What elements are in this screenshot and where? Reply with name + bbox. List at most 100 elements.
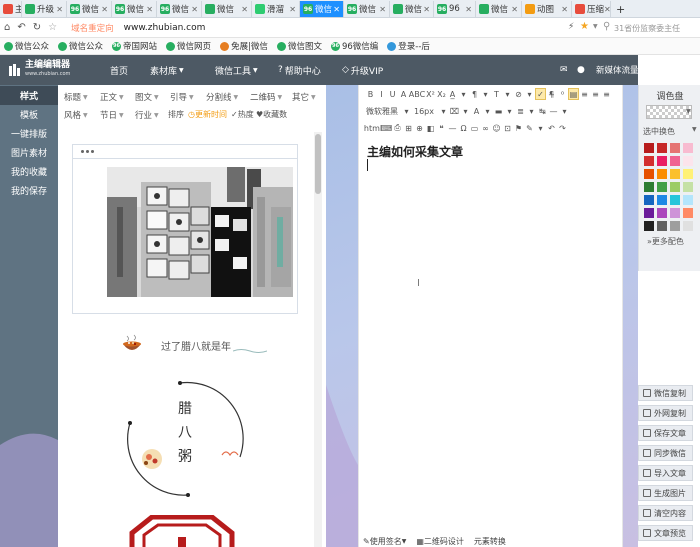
color-swatch[interactable] [683, 221, 693, 231]
scrollbar-thumb[interactable] [315, 134, 321, 194]
bookmark-item[interactable]: 微信公众 [58, 40, 103, 52]
browser-tab[interactable]: 动图 ✕ [522, 1, 572, 17]
toolbar-icon[interactable]: Ω [458, 122, 469, 134]
color-swatch[interactable] [657, 182, 667, 192]
color-swatch[interactable] [657, 156, 667, 166]
toolbar-icon[interactable]: ⌧ [449, 105, 460, 117]
toolbar-icon[interactable]: ∞ [480, 122, 491, 134]
toolbar-icon[interactable]: ✎ [524, 122, 535, 134]
star-outline-icon[interactable]: ☆ [48, 22, 57, 33]
cat-guide[interactable]: 引导 ▼ [170, 91, 194, 103]
color-swatch[interactable] [657, 195, 667, 205]
nav-vip[interactable]: ◇ 升级VIP [342, 55, 383, 85]
sort-updated[interactable]: ◷ 更新时间 [188, 109, 227, 120]
cat-qrcode[interactable]: 二维码 ▼ [250, 91, 282, 103]
sort-favorites[interactable]: ♥ 收藏数 [256, 109, 287, 120]
toolbar-icon[interactable]: ▾ [438, 105, 449, 117]
color-swatch[interactable] [644, 208, 654, 218]
font-family-select[interactable]: 微软雅黑 [365, 105, 399, 117]
toolbar-icon[interactable]: ▾ [535, 122, 546, 134]
toolbar-icon[interactable]: ≡ [590, 88, 601, 100]
browser-tab[interactable]: 96 微信 ✕ [67, 1, 112, 17]
browser-tab[interactable]: 压缩 ✕ [572, 1, 611, 17]
new-tab-button[interactable]: + [613, 1, 627, 17]
toolbar-icon[interactable]: ⁰ [557, 88, 568, 100]
color-swatch[interactable] [657, 221, 667, 231]
toolbar-icon[interactable]: ▬ [493, 105, 504, 117]
color-swatch[interactable] [670, 208, 680, 218]
toolbar-icon[interactable]: U [387, 88, 398, 100]
color-swatch[interactable] [670, 143, 680, 153]
message-icon[interactable]: ✉ [560, 55, 568, 85]
action-button[interactable]: 保存文章 [638, 425, 693, 441]
bookmark-item[interactable]: 96 96微信编 [330, 40, 378, 52]
toolbar-icon[interactable]: ≡ [601, 88, 612, 100]
style-card-laba-title[interactable]: 过了腊八就是年 [117, 330, 267, 360]
color-swatch[interactable] [683, 143, 693, 153]
bookmark-item[interactable]: 免展|微信 [220, 40, 268, 52]
toolbar-icon[interactable]: ABC [409, 88, 425, 100]
bookmark-item[interactable]: 96 帝国网站 [112, 40, 157, 52]
color-swatch[interactable] [683, 156, 693, 166]
toolbar-icon[interactable]: ↶ [546, 122, 557, 134]
signature-button[interactable]: ✎ 使用签名 ▼ [363, 536, 406, 547]
close-icon[interactable]: ✕ [241, 5, 248, 14]
browser-tab[interactable]: 升级 ✕ [22, 1, 67, 17]
browser-tab[interactable]: 滑溜 ✕ [252, 1, 300, 17]
article-title[interactable]: 主编如何采集文章 [367, 143, 463, 160]
browser-tab[interactable]: 主步✕ [0, 1, 22, 17]
cat-image-text[interactable]: 图文 ▼ [135, 91, 159, 103]
bookmark-item[interactable]: 微信公众 [4, 40, 49, 52]
toolbar-icon[interactable]: ☺ [491, 122, 502, 134]
browser-tab[interactable]: 微信 ✕ [202, 1, 252, 17]
browser-tab[interactable]: 96 微信 ✕ [300, 1, 344, 17]
toolbar-icon[interactable]: ▾ [458, 88, 469, 100]
toolbar-icon[interactable]: ❝ [436, 122, 447, 134]
toolbar-icon[interactable]: ▾ [401, 105, 412, 117]
preview-scrollbar[interactable] [314, 132, 322, 547]
color-swatch[interactable] [683, 182, 693, 192]
favorite-icon[interactable]: ★ [580, 21, 589, 32]
toolbar-icon[interactable]: ⎙ [392, 122, 403, 134]
color-swatch[interactable] [644, 169, 654, 179]
close-icon[interactable]: ✕ [379, 5, 386, 14]
toolbar-icon[interactable]: ▾ [460, 105, 471, 117]
color-swatch[interactable] [683, 195, 693, 205]
close-icon[interactable]: ✕ [511, 5, 518, 14]
browser-tab[interactable]: 微信 ✕ [476, 1, 522, 17]
browser-tab[interactable]: 微信 ✕ [390, 1, 434, 17]
lightning-icon[interactable]: ⚡ [568, 22, 574, 32]
color-swatch[interactable] [670, 182, 680, 192]
toolbar-icon[interactable]: ≡ [579, 88, 590, 100]
sort-hot[interactable]: ✓ 热度 [231, 109, 254, 120]
color-swatch[interactable] [657, 169, 667, 179]
style-card-image[interactable] [72, 144, 298, 314]
color-swatch[interactable] [670, 195, 680, 205]
qrcode-design-button[interactable]: ▦ 二维码设计 [416, 536, 464, 547]
toolbar-icon[interactable]: A [471, 105, 482, 117]
left-nav-template[interactable]: 模板 [0, 105, 58, 124]
toolbar-icon[interactable]: ⚑ [513, 122, 524, 134]
close-icon[interactable]: ✕ [146, 5, 153, 14]
undo-icon[interactable]: ↶ [17, 22, 25, 33]
toolbar-icon[interactable]: — [447, 122, 458, 134]
font-size-select[interactable]: 16px [412, 105, 436, 117]
nav-tools[interactable]: 微信工具 ▼ [215, 55, 258, 85]
left-nav-saved[interactable]: 我的保存 [0, 181, 58, 200]
toolbar-icon[interactable]: ▾ [502, 88, 513, 100]
filter-style[interactable]: 风格 ▼ [64, 109, 88, 121]
action-button[interactable]: 生成图片 [638, 485, 693, 501]
toolbar-icon[interactable]: ¶̶ [546, 88, 557, 100]
action-button[interactable]: 同步微信 [638, 445, 693, 461]
left-nav-favorites[interactable]: 我的收藏 [0, 162, 58, 181]
filter-industry[interactable]: 行业 ▼ [135, 109, 159, 121]
home-icon[interactable]: ⌂ [4, 22, 10, 33]
action-button[interactable]: 外网复制 [638, 405, 693, 421]
browser-tab[interactable]: 96 96 ✕ [434, 1, 476, 17]
toolbar-icon[interactable]: ¶ [469, 88, 480, 100]
address-url[interactable]: www.zhubian.com [124, 23, 206, 33]
user-menu[interactable]: 新媒体流量资源合作社 ▼ [596, 55, 688, 85]
browser-tab[interactable]: 96 微信 ✕ [112, 1, 157, 17]
element-convert-button[interactable]: 元素转换 [474, 536, 506, 547]
toolbar-icon[interactable]: html [364, 122, 382, 134]
